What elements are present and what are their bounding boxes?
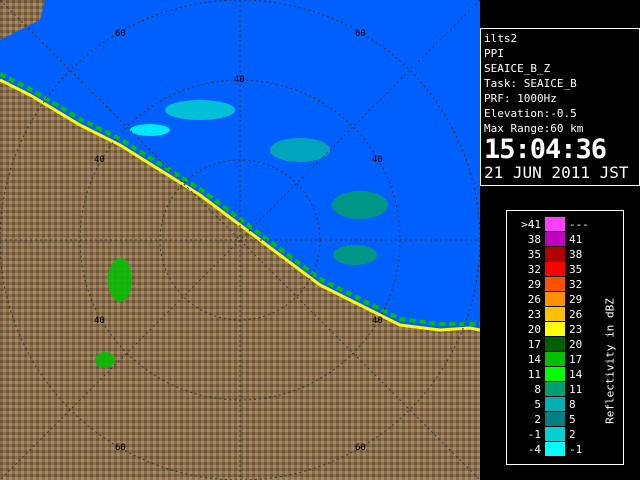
legend-color-swatch bbox=[545, 412, 565, 426]
legend-row-lower-bound: 20 bbox=[527, 323, 541, 336]
legend-row-upper-bound: 23 bbox=[569, 323, 583, 336]
range-label-n40: 40 bbox=[234, 75, 245, 85]
legend-row-upper-bound: 35 bbox=[569, 263, 583, 276]
observation-date: 21 JUN 2011 JST bbox=[484, 163, 629, 182]
product-name: SEAICE_B_Z bbox=[484, 62, 551, 75]
prf-label: PRF: 1000Hz bbox=[484, 92, 557, 105]
legend-row-lower-bound: 8 bbox=[534, 383, 541, 396]
legend-color-swatch bbox=[545, 397, 565, 411]
radar-ppi-map[interactable]: 60 40 40 40 40 40 60 60 60 bbox=[0, 0, 480, 480]
legend-row-lower-bound: 5 bbox=[534, 398, 541, 411]
legend-row-lower-bound: -1 bbox=[527, 428, 541, 441]
legend-color-swatch bbox=[545, 307, 565, 321]
legend-color-swatch bbox=[545, 367, 565, 381]
range-label-s60: 60 bbox=[115, 443, 126, 453]
legend-row: 58 bbox=[513, 397, 597, 412]
legend-color-swatch bbox=[545, 442, 565, 456]
radar-info-panel: ilts2 PPI SEAICE_B_Z Task: SEAICE_B PRF:… bbox=[480, 28, 640, 186]
legend-row: 8 11 bbox=[513, 382, 597, 397]
legend-row-upper-bound: 20 bbox=[569, 338, 583, 351]
legend-row-lower-bound: 35 bbox=[527, 248, 541, 261]
legend-color-swatch bbox=[545, 232, 565, 246]
legend-row-upper-bound: 38 bbox=[569, 248, 583, 261]
legend-row-lower-bound: 23 bbox=[527, 308, 541, 321]
legend-row: >41 --- bbox=[513, 217, 597, 232]
legend-row: 11 14 bbox=[513, 367, 597, 382]
legend-color-swatch bbox=[545, 382, 565, 396]
legend-row: 26 29 bbox=[513, 292, 597, 307]
legend-row-lower-bound: 14 bbox=[527, 353, 541, 366]
legend-row-upper-bound: 2 bbox=[569, 428, 576, 441]
range-label-n60: 60 bbox=[115, 29, 126, 39]
legend-row-lower-bound: 26 bbox=[527, 293, 541, 306]
legend-row-upper-bound: 5 bbox=[569, 413, 576, 426]
range-label-w40: 40 bbox=[94, 155, 105, 165]
legend-row: 29 32 bbox=[513, 277, 597, 292]
legend-row: 32 35 bbox=[513, 262, 597, 277]
legend-color-swatch bbox=[545, 217, 565, 231]
legend-color-swatch bbox=[545, 262, 565, 276]
radar-name: ilts2 bbox=[484, 32, 518, 45]
radar-map-canvas: 60 40 40 40 40 40 60 60 60 bbox=[0, 0, 480, 480]
legend-row-upper-bound: 8 bbox=[569, 398, 576, 411]
legend-row-upper-bound: 11 bbox=[569, 383, 583, 396]
legend-row-upper-bound: 41 bbox=[569, 233, 583, 246]
legend-row: 25 bbox=[513, 412, 597, 427]
legend-row-upper-bound: 29 bbox=[569, 293, 583, 306]
legend-color-swatch bbox=[545, 277, 565, 291]
range-label-ne60: 60 bbox=[355, 29, 366, 39]
legend-row: 35 38 bbox=[513, 247, 597, 262]
legend-row-upper-bound: 14 bbox=[569, 368, 583, 381]
legend-row-lower-bound: 32 bbox=[527, 263, 541, 276]
legend-row-lower-bound: 38 bbox=[527, 233, 541, 246]
legend-unit-text: Reflectivity in dBZ bbox=[603, 298, 617, 424]
legend-row-lower-bound: 2 bbox=[534, 413, 541, 426]
range-label-se60: 60 bbox=[355, 443, 366, 453]
elevation-label: Elevation:-0.5 bbox=[484, 107, 577, 120]
legend-row-upper-bound: 32 bbox=[569, 278, 583, 291]
legend-color-swatch bbox=[545, 427, 565, 441]
legend-color-swatch bbox=[545, 292, 565, 306]
legend-unit-label: Reflectivity in dBZ bbox=[603, 271, 617, 451]
range-label-e40: 40 bbox=[372, 155, 383, 165]
legend-color-swatch bbox=[545, 337, 565, 351]
legend-row: -1 2 bbox=[513, 427, 597, 442]
legend-row-lower-bound: 29 bbox=[527, 278, 541, 291]
range-label-sw40: 40 bbox=[94, 316, 105, 326]
task-label: Task: SEAICE_B bbox=[484, 77, 577, 90]
legend-row: 20 23 bbox=[513, 322, 597, 337]
legend-row: -4 -1 bbox=[513, 442, 597, 457]
observation-time: 15:04:36 bbox=[484, 134, 607, 165]
product-type: PPI bbox=[484, 47, 504, 60]
range-label-se40: 40 bbox=[372, 316, 383, 326]
legend-color-swatch bbox=[545, 247, 565, 261]
legend-row-lower-bound: -4 bbox=[527, 443, 541, 456]
legend-color-swatch bbox=[545, 322, 565, 336]
legend-row: 17 20 bbox=[513, 337, 597, 352]
legend-row-lower-bound: 11 bbox=[527, 368, 541, 381]
legend-row-upper-bound: -1 bbox=[569, 443, 583, 456]
legend-row: 23 26 bbox=[513, 307, 597, 322]
legend-row-lower-bound: >41 bbox=[521, 218, 541, 231]
legend-row-upper-bound: --- bbox=[569, 218, 589, 231]
legend-row-upper-bound: 17 bbox=[569, 353, 583, 366]
legend-row: 14 17 bbox=[513, 352, 597, 367]
legend-color-swatch bbox=[545, 352, 565, 366]
reflectivity-legend: >41 --- 38 41 35 38 32 35 29 32 26 29 23 26 20 23 17 20 14… bbox=[506, 210, 624, 465]
legend-row-lower-bound: 17 bbox=[527, 338, 541, 351]
legend-row-upper-bound: 26 bbox=[569, 308, 583, 321]
legend-row: 38 41 bbox=[513, 232, 597, 247]
